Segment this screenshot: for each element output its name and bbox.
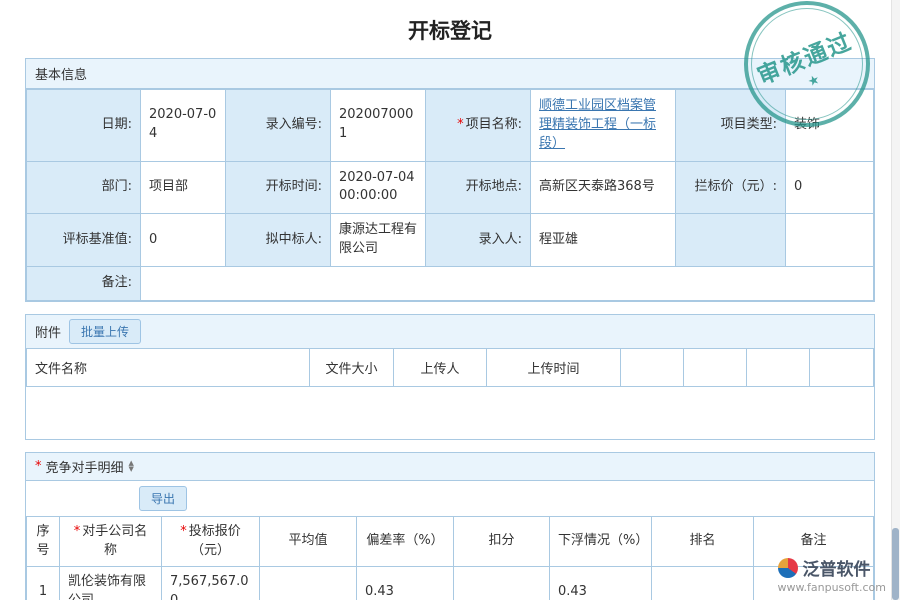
entry-no-value: 2020070001: [331, 90, 426, 162]
department-value: 项目部: [141, 161, 226, 214]
attachments-header: 附件 批量上传: [26, 315, 874, 349]
attach-col-uploader: 上传人: [394, 349, 487, 387]
proposed-winner-value: 康源达工程有限公司: [331, 214, 426, 267]
attach-col-empty: [747, 349, 810, 387]
brand-logo-icon: [778, 558, 798, 578]
required-mark: *: [180, 524, 187, 539]
block-price-value: 0: [786, 161, 874, 214]
competitors-toolbar: 导出: [26, 481, 874, 516]
attach-col-empty: [684, 349, 747, 387]
th-seq: 序号: [27, 516, 60, 567]
th-bid-price: *投标报价（元）: [162, 516, 260, 567]
cell-rank: [652, 567, 754, 600]
project-name-link[interactable]: 顺德工业园区档案管理精装饰工程（一标段）: [539, 98, 656, 151]
attachments-empty-area: [26, 387, 874, 439]
th-float-down: 下浮情况（%）: [550, 516, 652, 567]
th-rank: 排名: [652, 516, 754, 567]
date-value: 2020-07-04: [141, 90, 226, 162]
entry-no-label: 录入编号:: [226, 90, 331, 162]
attach-col-file-size: 文件大小: [310, 349, 394, 387]
eval-base-value: 0: [141, 214, 226, 267]
remark-label: 备注:: [27, 266, 141, 300]
export-button[interactable]: 导出: [139, 486, 187, 511]
required-mark: *: [74, 524, 81, 539]
project-name-label: *项目名称:: [426, 90, 531, 162]
cell-average: [260, 567, 357, 600]
cell-bid-price: 7,567,567.00: [162, 567, 260, 600]
competitors-title: 竞争对手明细: [46, 457, 124, 476]
project-type-value: 装饰: [786, 90, 874, 162]
attach-col-upload-time: 上传时间: [487, 349, 621, 387]
page-title: 开标登记: [0, 0, 900, 58]
basic-info-header: 基本信息: [26, 59, 874, 89]
cell-float-down: 0.43: [550, 567, 652, 600]
brand-watermark: 泛普软件 www.fanpusoft.com: [778, 555, 886, 594]
attachments-section: 附件 批量上传 文件名称 文件大小 上传人 上传时间: [25, 314, 875, 440]
project-name-cell: 顺德工业园区档案管理精装饰工程（一标段）: [531, 90, 676, 162]
cell-deduction: [454, 567, 550, 600]
attach-col-empty: [621, 349, 684, 387]
attachments-title: 附件: [35, 322, 61, 341]
table-row: 1 凯伦装饰有限公司 7,567,567.00 0.43 0.43: [27, 567, 874, 600]
sort-icon[interactable]: ▲▼: [129, 460, 134, 472]
required-mark: *: [457, 117, 464, 132]
date-label: 日期:: [27, 90, 141, 162]
eval-base-label: 评标基准值:: [27, 214, 141, 267]
attach-col-file-name: 文件名称: [27, 349, 310, 387]
competitors-section: * 竞争对手明细 ▲▼ 导出 序号 *对手公司名称 *投标报价（元） 平均值: [25, 452, 875, 600]
vertical-scrollbar[interactable]: [891, 0, 900, 600]
department-label: 部门:: [27, 161, 141, 214]
competitors-header: * 竞争对手明细 ▲▼: [26, 453, 874, 481]
cell-company: 凯伦装饰有限公司: [60, 567, 162, 600]
empty-label-cell: [676, 214, 786, 267]
attach-col-empty: [810, 349, 874, 387]
th-deviation: 偏差率（%）: [357, 516, 454, 567]
scrollbar-thumb[interactable]: [892, 528, 899, 600]
th-company: *对手公司名称: [60, 516, 162, 567]
empty-value-cell: [786, 214, 874, 267]
open-place-label: 开标地点:: [426, 161, 531, 214]
th-average: 平均值: [260, 516, 357, 567]
open-time-value: 2020-07-04 00:00:00: [331, 161, 426, 214]
open-place-value: 高新区天泰路368号: [531, 161, 676, 214]
attachments-table: 文件名称 文件大小 上传人 上传时间: [26, 349, 874, 387]
required-mark: *: [35, 459, 42, 474]
open-time-label: 开标时间:: [226, 161, 331, 214]
entry-person-label: 录入人:: [426, 214, 531, 267]
brand-name: 泛普软件: [803, 555, 871, 580]
brand-url: www.fanpusoft.com: [778, 581, 886, 594]
basic-info-table: 日期: 2020-07-04 录入编号: 2020070001 *项目名称: 顺…: [26, 89, 874, 301]
entry-person-value: 程亚雄: [531, 214, 676, 267]
block-price-label: 拦标价（元）:: [676, 161, 786, 214]
th-deduction: 扣分: [454, 516, 550, 567]
competitors-table: 序号 *对手公司名称 *投标报价（元） 平均值 偏差率（%） 扣分 下浮情况（%…: [26, 516, 874, 600]
cell-seq: 1: [27, 567, 60, 600]
batch-upload-button[interactable]: 批量上传: [69, 319, 141, 344]
bid-opening-registration-page: 开标登记 审核通过 ★ 基本信息 日期: 2020-07-04 录入编号: 20…: [0, 0, 900, 600]
remark-value: [141, 266, 874, 300]
basic-info-section: 基本信息 日期: 2020-07-04 录入编号: 2020070001 *项目…: [25, 58, 875, 302]
competitors-header-row: 序号 *对手公司名称 *投标报价（元） 平均值 偏差率（%） 扣分 下浮情况（%…: [27, 516, 874, 567]
cell-deviation: 0.43: [357, 567, 454, 600]
proposed-winner-label: 拟中标人:: [226, 214, 331, 267]
project-type-label: 项目类型:: [676, 90, 786, 162]
